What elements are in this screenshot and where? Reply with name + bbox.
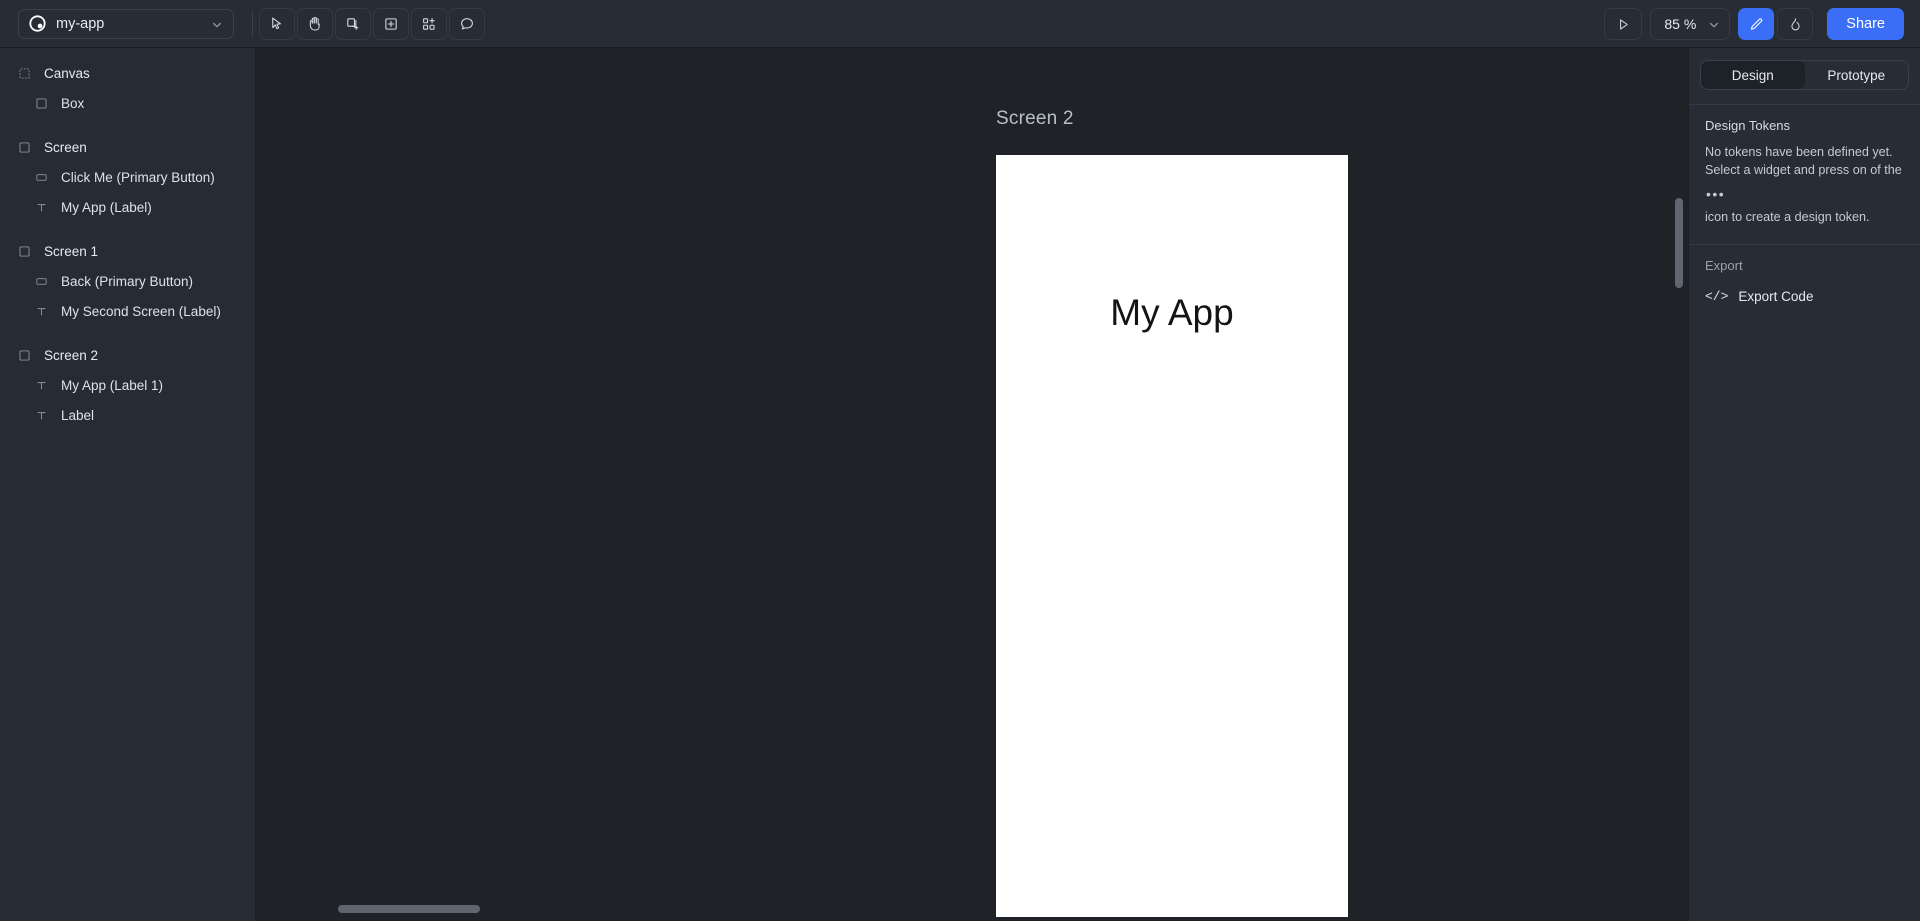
button-icon — [33, 273, 49, 289]
design-tokens-empty-text-part1: No tokens have been defined yet. Select … — [1705, 145, 1902, 177]
canvas-vertical-scrollbar[interactable] — [1675, 198, 1683, 288]
layer-label: My App (Label 1) — [61, 377, 164, 393]
chevron-down-icon — [1708, 18, 1720, 30]
layer-row[interactable]: Label — [0, 400, 255, 430]
tab-prototype[interactable]: Prototype — [1805, 61, 1909, 89]
tab-design[interactable]: Design — [1701, 61, 1805, 89]
select-tool[interactable] — [259, 7, 295, 40]
layers-panel: Canvas Box Screen Click Me (Primary Button)… — [0, 48, 256, 921]
canvas-horizontal-scrollbar[interactable] — [338, 905, 480, 913]
canvas-area[interactable]: Screen 2 My App — [256, 48, 1688, 921]
layer-label: Screen — [44, 139, 87, 155]
code-brackets-icon: </> — [1705, 288, 1729, 304]
interact-mode-button[interactable] — [1777, 8, 1814, 40]
text-icon — [33, 407, 49, 423]
layer-label: Label — [61, 407, 95, 423]
layer-label: Screen 1 — [44, 243, 99, 259]
text-icon — [33, 199, 49, 215]
layer-group-spacer — [0, 222, 255, 236]
layer-group-spacer — [0, 326, 255, 340]
artboard-label-my-app[interactable]: My App — [996, 292, 1348, 334]
preview-play-button[interactable] — [1604, 8, 1643, 40]
export-title: Export — [1705, 257, 1743, 273]
body-row: Canvas Box Screen Click Me (Primary Button)… — [0, 48, 1920, 921]
components-tool[interactable] — [411, 7, 447, 40]
project-picker[interactable]: my-app — [18, 8, 234, 39]
layer-label: Back (Primary Button) — [61, 273, 194, 289]
comment-tool[interactable] — [449, 7, 485, 40]
layers-tree: Canvas Box Screen Click Me (Primary Button)… — [0, 58, 255, 430]
toolbar-divider — [252, 10, 253, 37]
export-code-label: Export Code — [1738, 288, 1814, 304]
mode-group — [1738, 8, 1814, 40]
layer-row[interactable]: Click Me (Primary Button) — [0, 162, 255, 192]
ellipsis-icon: ••• — [1706, 185, 1726, 202]
chevron-down-icon — [211, 18, 223, 30]
inspector-tab-strip: Design Prototype — [1700, 60, 1909, 90]
topbar-right-group: 85 % Share — [1604, 0, 1904, 48]
zoom-level-label: 85 % — [1664, 16, 1697, 32]
layer-label: My App (Label) — [61, 199, 152, 215]
layer-row[interactable]: My Second Screen (Label) — [0, 296, 255, 326]
text-icon — [33, 303, 49, 319]
square-icon — [16, 347, 32, 363]
layer-label: My Second Screen (Label) — [61, 303, 221, 319]
layer-label: Click Me (Primary Button) — [61, 169, 215, 185]
layer-row[interactable]: Screen — [0, 132, 255, 162]
top-toolbar: my-app 85 % Share — [0, 0, 1920, 48]
square-icon — [16, 139, 32, 155]
layer-group-spacer — [0, 118, 255, 132]
tool-group — [259, 7, 485, 40]
layer-row[interactable]: Screen 2 — [0, 340, 255, 370]
app-logo-icon — [29, 15, 46, 32]
layer-row[interactable]: Back (Primary Button) — [0, 266, 255, 296]
square-icon — [16, 243, 32, 259]
add-box-tool[interactable] — [373, 7, 409, 40]
button-icon — [33, 169, 49, 185]
layer-row[interactable]: Screen 1 — [0, 236, 255, 266]
layer-label: Box — [61, 95, 85, 111]
layer-row[interactable]: My App (Label) — [0, 192, 255, 222]
square-icon — [33, 95, 49, 111]
layer-row[interactable]: My App (Label 1) — [0, 370, 255, 400]
hand-tool[interactable] — [297, 7, 333, 40]
text-icon — [33, 377, 49, 393]
layer-row[interactable]: Canvas — [0, 58, 255, 88]
project-name-label: my-app — [56, 15, 105, 32]
add-screen-tool[interactable] — [335, 7, 371, 40]
dashed-square-icon — [16, 65, 32, 81]
layer-row[interactable]: Box — [0, 88, 255, 118]
edit-mode-button[interactable] — [1738, 8, 1775, 40]
design-tokens-empty-text-part2: icon to create a design token. — [1705, 209, 1870, 224]
frame-title-label[interactable]: Screen 2 — [996, 108, 1074, 130]
inspector-panel: Design Prototype Design Tokens No tokens… — [1688, 48, 1920, 921]
design-tokens-title: Design Tokens — [1705, 118, 1791, 133]
app-root: my-app 85 % Share Canvas Box Screen Clic… — [0, 0, 1920, 921]
share-button[interactable]: Share — [1827, 8, 1904, 40]
zoom-control[interactable]: 85 % — [1650, 8, 1731, 40]
layer-label: Screen 2 — [44, 347, 99, 363]
export-section: Export </> Export Code — [1689, 245, 1920, 304]
artboard-screen-2[interactable]: My App — [996, 155, 1348, 917]
layer-label: Canvas — [44, 65, 90, 81]
design-tokens-section: Design Tokens No tokens have been define… — [1689, 105, 1920, 227]
export-code-button[interactable]: </> Export Code — [1705, 289, 1904, 304]
